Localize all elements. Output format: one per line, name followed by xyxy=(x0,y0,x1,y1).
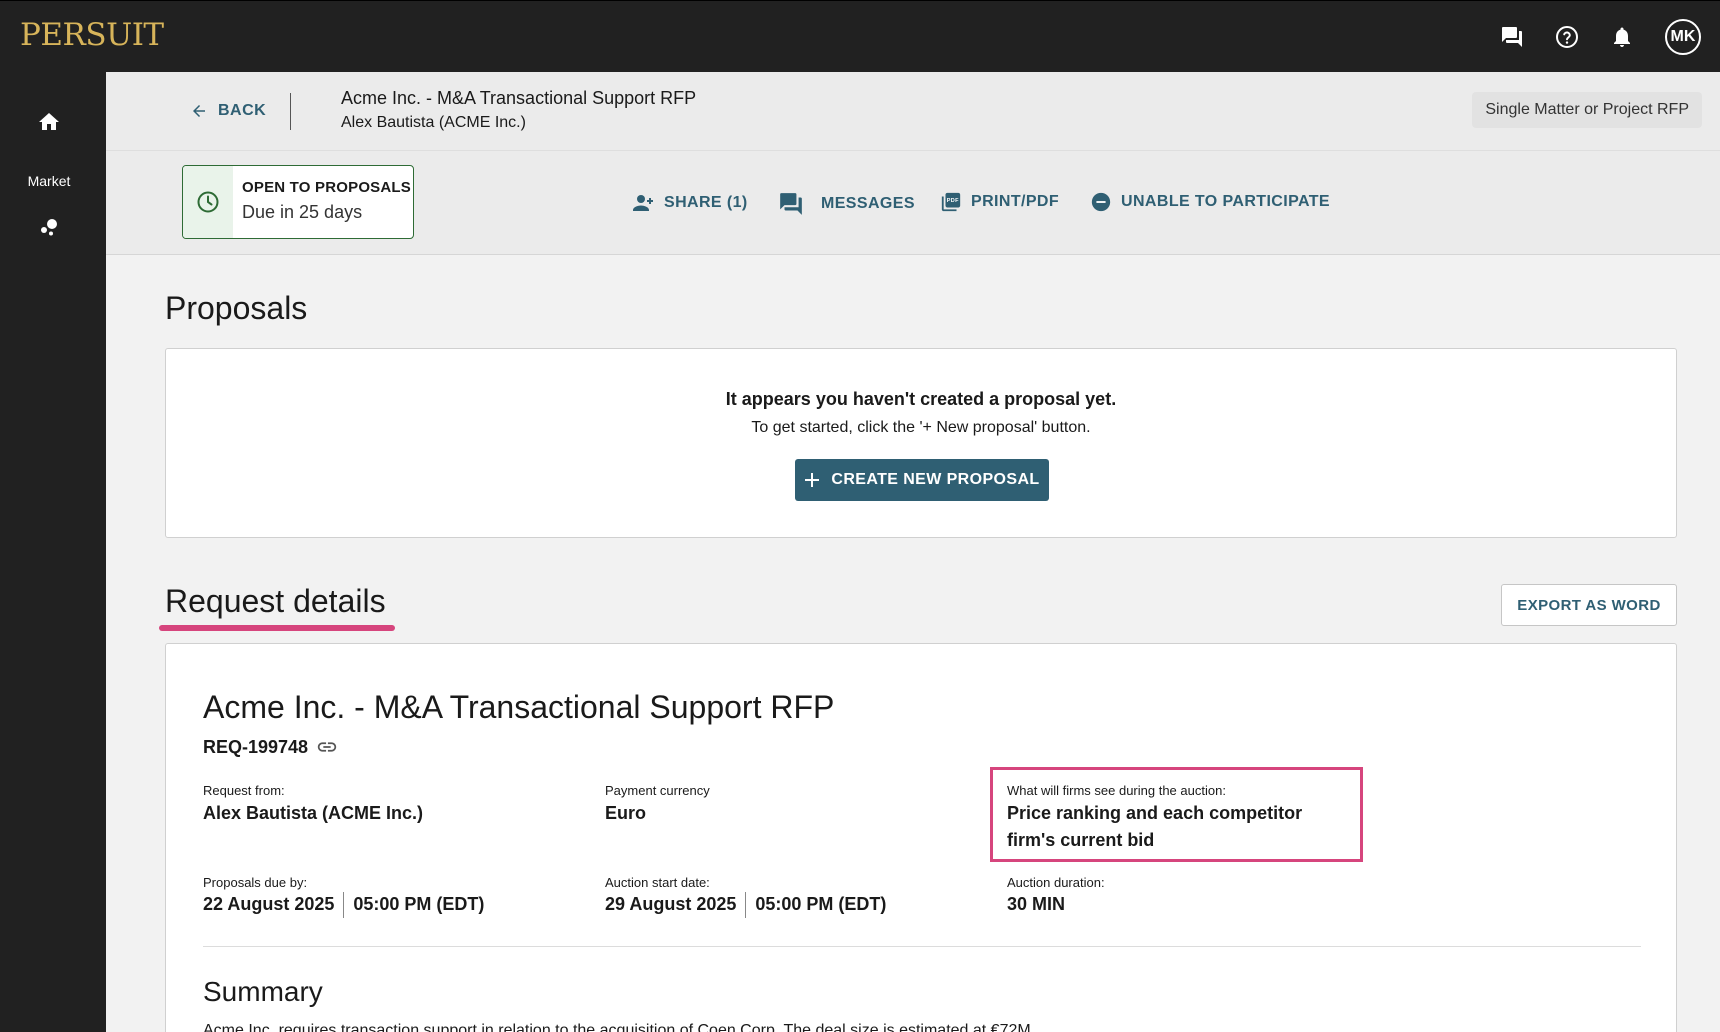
sidebar: Market xyxy=(0,72,106,1032)
user-avatar[interactable]: MK xyxy=(1665,19,1701,55)
empty-state-title: It appears you haven't created a proposa… xyxy=(725,389,1117,409)
unable-to-participate-button[interactable]: UNABLE TO PARTICIPATE xyxy=(1090,191,1330,213)
request-from-label: Request from: xyxy=(203,783,285,798)
share-label: SHARE (1) xyxy=(664,194,748,211)
proposals-due-date: 22 August 2025 xyxy=(203,894,335,914)
active-tab-indicator xyxy=(159,625,395,631)
proposals-due-label: Proposals due by: xyxy=(203,875,308,890)
back-label: BACK xyxy=(218,102,267,119)
app-logo[interactable]: PERSUIT xyxy=(20,17,164,53)
messages-button[interactable]: MESSAGES xyxy=(778,191,915,217)
proposals-empty-card: It appears you haven't created a proposa… xyxy=(165,348,1677,538)
proposals-due-value: 22 August 2025 05:00 PM (EDT) xyxy=(203,891,484,918)
status-due: Due in 25 days xyxy=(242,202,363,222)
top-bar-actions: MK xyxy=(1500,1,1720,73)
currency-value: Euro xyxy=(605,803,647,823)
create-label: CREATE NEW PROPOSAL xyxy=(831,471,1040,488)
svg-text:PDF: PDF xyxy=(947,198,959,204)
date-time-separator xyxy=(745,891,747,918)
messages-icon xyxy=(780,193,802,215)
home-icon[interactable] xyxy=(37,110,61,134)
person-add-icon xyxy=(633,195,653,211)
market-icon[interactable] xyxy=(37,215,61,239)
request-details-card: Acme Inc. - M&A Transactional Support RF… xyxy=(165,643,1677,1032)
unable-label: UNABLE TO PARTICIPATE xyxy=(1121,193,1330,210)
sidebar-item-market-label[interactable]: Market xyxy=(0,173,98,189)
summary-text: Acme Inc. requires transaction support i… xyxy=(203,1022,1036,1032)
proposals-heading: Proposals xyxy=(165,290,308,326)
help-icon[interactable] xyxy=(1555,25,1579,49)
auction-start-value: 29 August 2025 05:00 PM (EDT) xyxy=(605,891,886,918)
plus-icon xyxy=(805,473,820,487)
auction-duration-value: 30 MIN xyxy=(1007,894,1066,914)
action-bar: OPEN TO PROPOSALS Due in 25 days SHARE (… xyxy=(106,151,1720,255)
section-divider xyxy=(203,946,1641,947)
pdf-icon: PDF xyxy=(941,192,961,212)
auction-start-label: Auction start date: xyxy=(605,875,710,890)
auction-visibility-value: Price ranking and each competitor firm's… xyxy=(1007,803,1303,850)
arrow-left-icon xyxy=(193,105,205,117)
rfp-type-badge: Single Matter or Project RFP xyxy=(1472,92,1702,128)
auction-start-date: 29 August 2025 xyxy=(605,894,737,914)
rfp-header: BACK Acme Inc. - M&A Transactional Suppo… xyxy=(106,72,1720,151)
request-details-tab[interactable]: Request details xyxy=(165,583,386,620)
back-button[interactable]: BACK xyxy=(190,102,266,120)
header-divider xyxy=(290,93,291,130)
export-as-word-button[interactable]: EXPORT AS WORD xyxy=(1501,584,1677,626)
top-bar: PERSUIT MK xyxy=(0,0,1720,72)
print-pdf-button[interactable]: PDF PRINT/PDF xyxy=(940,191,1059,213)
rfp-requester: Alex Bautista (ACME Inc.) xyxy=(341,114,526,131)
date-time-separator xyxy=(343,891,345,918)
auction-start-time: 05:00 PM (EDT) xyxy=(755,894,887,914)
notifications-icon[interactable] xyxy=(1610,25,1634,49)
rfp-title: Acme Inc. - M&A Transactional Support RF… xyxy=(341,88,697,108)
proposals-due-time: 05:00 PM (EDT) xyxy=(353,894,485,914)
status-title: OPEN TO PROPOSALS xyxy=(242,179,411,196)
messages-label: MESSAGES xyxy=(821,195,915,212)
auction-duration-label: Auction duration: xyxy=(1007,875,1105,890)
request-id-text: REQ-199748 xyxy=(203,736,309,757)
clock-icon xyxy=(183,166,233,238)
currency-label: Payment currency xyxy=(605,783,710,798)
request-title: Acme Inc. - M&A Transactional Support RF… xyxy=(203,689,835,725)
link-icon[interactable] xyxy=(316,736,338,758)
request-from-value: Alex Bautista (ACME Inc.) xyxy=(203,803,424,823)
request-id: REQ-199748 xyxy=(203,736,338,758)
empty-state-subtitle: To get started, click the '+ New proposa… xyxy=(751,419,1091,436)
status-badge: OPEN TO PROPOSALS Due in 25 days xyxy=(182,165,414,239)
chat-icon[interactable] xyxy=(1500,25,1524,49)
auction-visibility-label: What will firms see during the auction: xyxy=(1007,783,1226,798)
remove-circle-icon xyxy=(1091,192,1111,212)
summary-heading: Summary xyxy=(203,976,323,1007)
print-label: PRINT/PDF xyxy=(971,193,1060,210)
create-new-proposal-button[interactable]: CREATE NEW PROPOSAL xyxy=(795,459,1049,501)
share-button[interactable]: SHARE (1) xyxy=(631,191,748,215)
